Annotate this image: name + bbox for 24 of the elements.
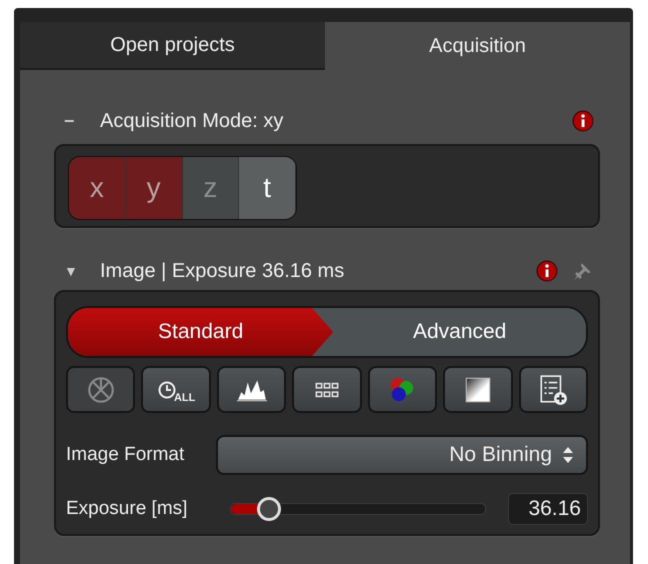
up-down-arrows-icon: [562, 446, 574, 464]
collapse-toggle[interactable]: −: [64, 110, 86, 132]
mode-tab[interactable]: Standard: [68, 308, 334, 356]
section-title: Image | Exposure 36.16 ms: [100, 260, 346, 282]
section-title: Acquisition Mode: xy: [100, 110, 284, 132]
tool-button[interactable]: [443, 366, 513, 413]
tab[interactable]: Acquisition: [325, 22, 630, 70]
info-icon[interactable]: [572, 110, 594, 132]
mode-toggle[interactable]: y: [126, 157, 182, 219]
mode-toggle[interactable]: t: [239, 157, 296, 219]
tool-button[interactable]: [292, 366, 362, 413]
tool-caption: ALL: [174, 392, 196, 404]
expand-toggle[interactable]: ▼: [64, 263, 86, 279]
field-label: Exposure [ms]: [66, 498, 188, 520]
exposure-input[interactable]: 36.16: [508, 493, 588, 525]
tool-button[interactable]: [216, 366, 286, 413]
tab[interactable]: Open projects: [20, 22, 325, 70]
tool-button[interactable]: [518, 366, 588, 413]
mode-toggle[interactable]: x: [69, 157, 126, 219]
slider-thumb[interactable]: [257, 497, 282, 521]
tool-button[interactable]: ALL: [141, 366, 211, 413]
field-label: Image Format: [66, 444, 186, 466]
image-format-dropdown[interactable]: No Binning: [216, 435, 588, 475]
info-icon[interactable]: [536, 260, 558, 282]
